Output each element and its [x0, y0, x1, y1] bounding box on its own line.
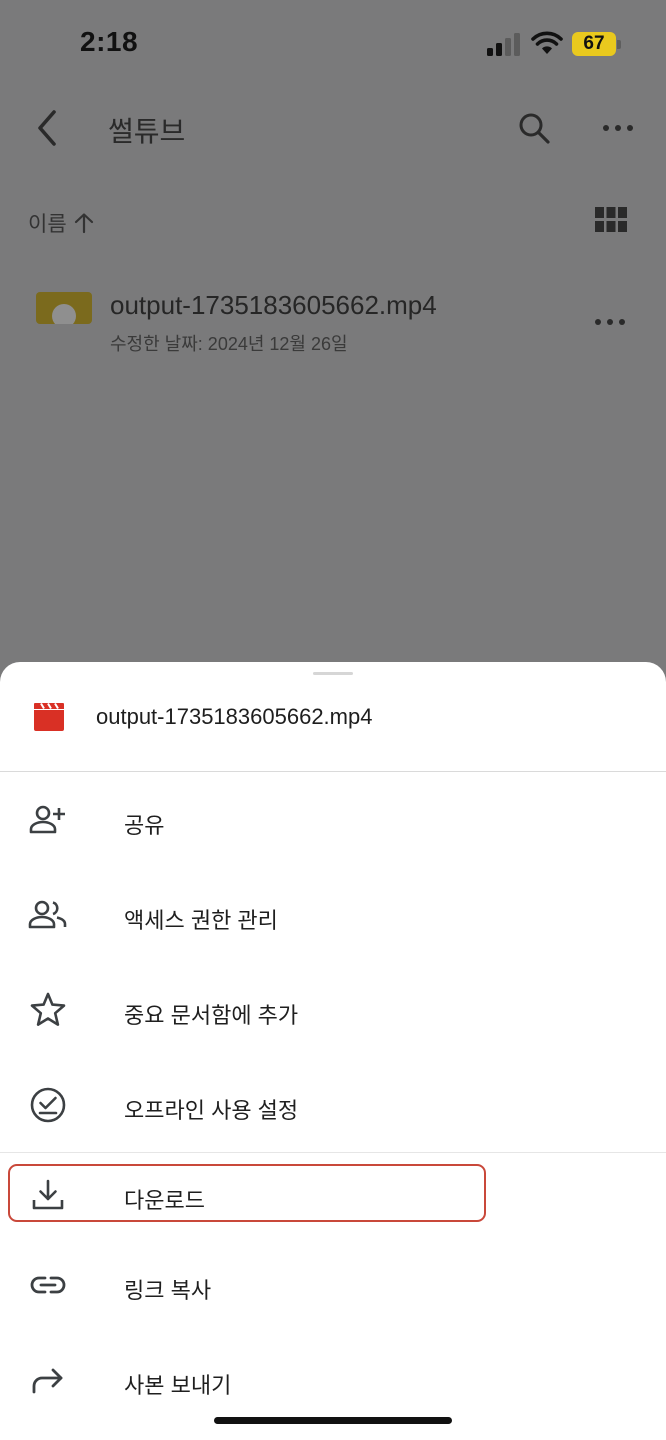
menu-label-share: 공유 — [124, 813, 165, 838]
people-icon — [28, 900, 67, 929]
top-app-bar: 썰튜브 — [0, 90, 666, 170]
battery-indicator: 67 — [572, 32, 622, 56]
file-modified-date: 수정한 날짜: 2024년 12월 26일 — [110, 334, 348, 354]
wifi-icon — [531, 31, 563, 54]
status-time: 2:18 — [80, 26, 139, 57]
menu-item-send-copy[interactable]: 사본 보내기 — [0, 1340, 666, 1420]
battery-tip — [617, 40, 621, 49]
file-more-options-icon[interactable] — [590, 312, 630, 332]
forward-icon — [32, 1368, 63, 1394]
person-add-icon — [29, 805, 65, 834]
sort-row: 이름 — [0, 196, 666, 244]
sheet-file-name: output-1735183605662.mp4 — [96, 704, 373, 729]
more-options-icon[interactable] — [598, 116, 638, 140]
menu-label-make-offline: 오프라인 사용 설정 — [124, 1098, 299, 1123]
link-icon — [30, 1276, 66, 1294]
sheet-drag-handle[interactable] — [313, 672, 353, 675]
bottom-sheet: output-1735183605662.mp4 공유 액세스 권한 관리 중요… — [0, 662, 666, 1440]
video-thumbnail — [36, 292, 92, 324]
status-bar: 2:18 67 — [0, 0, 666, 90]
search-icon[interactable] — [516, 110, 552, 146]
battery-level: 67 — [572, 32, 616, 56]
header-divider — [0, 771, 666, 772]
grid-view-icon[interactable] — [594, 206, 628, 234]
arrow-up-icon — [74, 213, 93, 234]
menu-item-make-offline[interactable]: 오프라인 사용 설정 — [0, 1065, 666, 1145]
menu-item-share[interactable]: 공유 — [0, 780, 666, 860]
sort-label: 이름 — [28, 213, 67, 236]
cellular-signal-icon — [487, 33, 520, 56]
offline-check-icon — [30, 1087, 66, 1123]
section-divider — [0, 1152, 666, 1153]
home-indicator[interactable] — [214, 1417, 452, 1424]
menu-label-manage-access: 액세스 권한 관리 — [124, 908, 278, 933]
menu-label-send-copy: 사본 보내기 — [124, 1373, 232, 1398]
download-highlight-outline — [8, 1164, 486, 1222]
file-list-item[interactable]: output-1735183605662.mp4 수정한 날짜: 2024년 1… — [0, 280, 666, 360]
menu-item-copy-link[interactable]: 링크 복사 — [0, 1245, 666, 1325]
star-icon — [30, 992, 66, 1026]
menu-label-add-to-starred: 중요 문서함에 추가 — [124, 1003, 299, 1028]
back-arrow-icon[interactable] — [30, 108, 66, 148]
menu-item-add-to-starred[interactable]: 중요 문서함에 추가 — [0, 970, 666, 1050]
folder-title: 썰튜브 — [108, 116, 186, 147]
video-file-icon — [34, 702, 64, 731]
sort-by-name-button[interactable]: 이름 — [28, 208, 95, 238]
menu-label-copy-link: 링크 복사 — [124, 1278, 212, 1303]
sheet-header: output-1735183605662.mp4 — [0, 682, 666, 772]
menu-item-manage-access[interactable]: 액세스 권한 관리 — [0, 875, 666, 955]
file-name: output-1735183605662.mp4 — [110, 290, 437, 320]
